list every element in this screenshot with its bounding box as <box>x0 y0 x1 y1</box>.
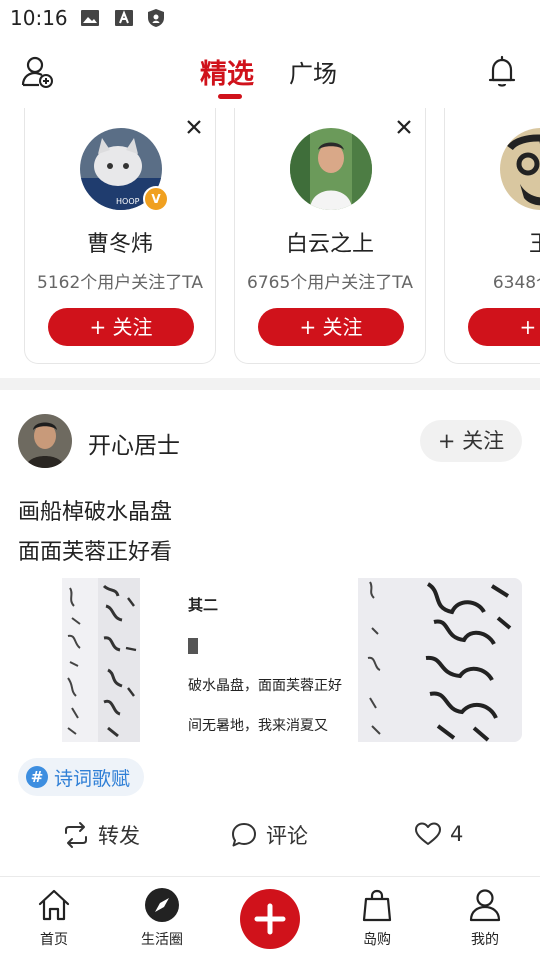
post-image[interactable] <box>358 578 522 742</box>
post-card[interactable]: 开心居士 + 关注 画船棹破水晶盘 面面芙蓉正好看 其二 破水晶盘，面面芙蓉正好… <box>0 390 540 874</box>
user-icon <box>469 889 501 922</box>
heart-icon <box>415 822 441 845</box>
user-card[interactable]: 白云之上 6765个用户关注了TA + 关注 <box>234 108 426 364</box>
image-poem-title: 其二 <box>188 596 218 614</box>
shopping-bag-icon <box>362 889 392 922</box>
follow-button[interactable]: + 关 <box>468 308 540 346</box>
image-poem-line: 破水晶盘，面面芙蓉正好 <box>188 677 342 694</box>
user-name: 白云之上 <box>285 232 374 257</box>
image-poem-line: 间无暑地，我来消夏又 <box>188 718 328 734</box>
recommended-users: HOOP V 曹冬炜 5162个用户关注了TA + 关注 白云之上 6765个用… <box>0 108 540 368</box>
nav-label: 我的 <box>471 932 499 948</box>
create-post-button[interactable] <box>240 889 300 949</box>
follower-count: 6765个用户关注了TA <box>247 273 413 293</box>
nav-label: 首页 <box>40 932 68 948</box>
avatar <box>290 128 372 210</box>
user-card[interactable]: 王 6348个用户 + 关 <box>444 108 540 364</box>
avatar <box>500 128 540 210</box>
post-image[interactable]: 其二 破水晶盘，面面芙蓉正好 间无暑地，我来消夏又 <box>188 578 352 742</box>
nav-home[interactable]: 首页 <box>14 887 94 949</box>
add-user-icon[interactable] <box>20 54 56 90</box>
nav-life-circle[interactable]: 生活圈 <box>122 887 202 949</box>
close-icon[interactable] <box>395 118 413 136</box>
like-count: 4 <box>450 822 464 846</box>
hashtag-icon: # <box>26 766 48 788</box>
tab-square[interactable]: 广场 <box>289 54 337 89</box>
user-name: 王 <box>528 232 540 257</box>
post-text-line: 画船棹破水晶盘 <box>18 500 173 525</box>
post-image[interactable] <box>18 578 182 742</box>
topic-tag[interactable]: # 诗词歌赋 <box>18 758 145 796</box>
repost-label: 转发 <box>98 824 140 848</box>
nav-shop[interactable]: 岛购 <box>337 887 417 949</box>
user-name: 曹冬炜 <box>86 232 153 257</box>
status-time: 10:16 <box>10 6 68 30</box>
shield-icon <box>148 9 164 27</box>
follow-button[interactable]: + 关注 <box>258 308 404 346</box>
nav-label: 生活圈 <box>141 932 183 948</box>
repost-button[interactable]: 转发 <box>62 820 140 850</box>
svg-text:HOOP: HOOP <box>116 197 140 206</box>
status-bar: 10:16 <box>0 0 540 36</box>
author-avatar[interactable] <box>18 414 72 468</box>
home-icon <box>38 889 70 921</box>
topic-label: 诗词歌赋 <box>54 767 131 790</box>
active-tab-indicator <box>218 94 242 99</box>
verified-badge: V <box>143 186 169 212</box>
comment-icon <box>232 823 256 847</box>
image-icon <box>81 10 99 26</box>
follow-button[interactable]: + 关注 <box>48 308 194 346</box>
section-divider <box>0 378 540 390</box>
bell-icon[interactable] <box>484 54 520 90</box>
comment-button[interactable]: 评论 <box>230 820 308 850</box>
top-header: 精选 广场 <box>0 40 540 106</box>
keyboard-a-icon <box>115 10 133 26</box>
follower-count: 5162个用户关注了TA <box>37 273 203 293</box>
follower-count: 6348个用户 <box>492 273 540 293</box>
comment-label: 评论 <box>266 824 308 848</box>
nav-label: 岛购 <box>363 932 391 948</box>
nav-mine[interactable]: 我的 <box>445 887 525 949</box>
like-button[interactable]: 4 <box>414 820 463 848</box>
user-card[interactable]: HOOP V 曹冬炜 5162个用户关注了TA + 关注 <box>24 108 216 364</box>
repost-icon <box>65 822 87 848</box>
tab-featured[interactable]: 精选 <box>200 52 254 91</box>
compass-icon <box>145 888 179 922</box>
author-name[interactable]: 开心居士 <box>88 426 180 460</box>
post-text-line: 面面芙蓉正好看 <box>18 540 173 565</box>
close-icon[interactable] <box>185 118 203 136</box>
follow-button[interactable]: + 关注 <box>420 420 522 462</box>
plus-icon <box>254 903 286 935</box>
bottom-nav: 首页 生活圈 岛购 我的 <box>0 876 540 961</box>
